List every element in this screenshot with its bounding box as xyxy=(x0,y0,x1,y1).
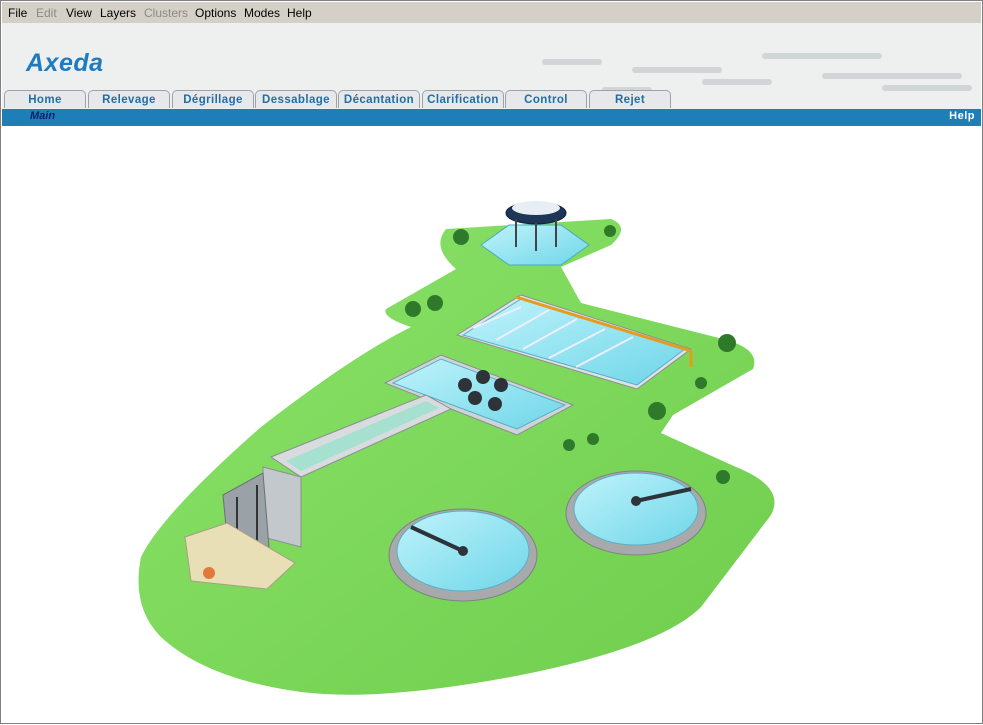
breadcrumb-main[interactable]: Main xyxy=(30,110,55,122)
pump-icon xyxy=(203,567,215,579)
menu-modes[interactable]: Modes xyxy=(244,6,280,20)
tab-control[interactable]: Control xyxy=(505,90,587,108)
plant-overview-scene xyxy=(138,201,775,695)
banner-streak xyxy=(702,79,772,85)
tab-degrillage[interactable]: Dégrillage xyxy=(172,90,254,108)
application-window: File Edit View Layers Clusters Options M… xyxy=(0,0,983,724)
ground-area xyxy=(138,219,775,695)
axeda-logo: Axeda xyxy=(26,49,104,77)
tab-relevage[interactable]: Relevage xyxy=(88,90,170,108)
tab-home[interactable]: Home xyxy=(4,90,86,108)
tab-rejet[interactable]: Rejet xyxy=(589,90,671,108)
banner-streak xyxy=(822,73,962,79)
menu-edit[interactable]: Edit xyxy=(36,6,57,20)
banner-streak xyxy=(542,59,602,65)
tab-decantation[interactable]: Décantation xyxy=(338,90,420,108)
menu-clusters[interactable]: Clusters xyxy=(144,6,188,20)
menu-view[interactable]: View xyxy=(66,6,92,20)
menu-options[interactable]: Options xyxy=(195,6,236,20)
banner-streak xyxy=(632,67,722,73)
help-link[interactable]: Help xyxy=(949,110,975,122)
clarifier-2 xyxy=(565,470,707,556)
tab-strip: Home Relevage Dégrillage Dessablage Déca… xyxy=(4,90,981,109)
clarifier-1 xyxy=(388,508,538,602)
menu-file[interactable]: File xyxy=(8,6,27,20)
sub-navigation-bar: Main Help xyxy=(2,109,981,126)
menu-layers[interactable]: Layers xyxy=(100,6,136,20)
tab-clarification[interactable]: Clarification xyxy=(422,90,504,108)
tab-dessablage[interactable]: Dessablage xyxy=(255,90,337,108)
menu-help[interactable]: Help xyxy=(287,6,312,20)
menu-bar: File Edit View Layers Clusters Options M… xyxy=(2,2,981,24)
water-tower xyxy=(480,201,590,266)
banner-streak xyxy=(762,53,882,59)
